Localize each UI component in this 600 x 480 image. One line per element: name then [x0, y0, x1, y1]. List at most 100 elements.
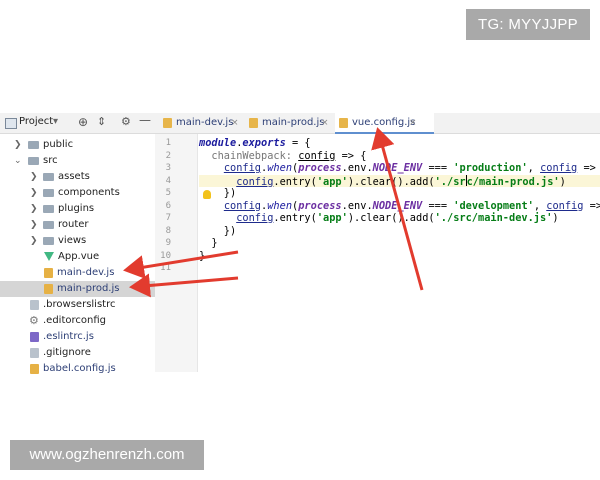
code-line: })	[199, 225, 236, 238]
chevron-right-icon[interactable]: ❯	[30, 185, 38, 201]
project-tree: ❯ public ⌄ src ❯ assets ❯ components ❯ p…	[0, 134, 155, 374]
project-panel-title[interactable]: Project	[19, 116, 53, 127]
tab-close-icon[interactable]: ×	[409, 113, 417, 133]
tab-close-icon[interactable]: ×	[231, 113, 239, 133]
js-file-icon	[44, 284, 53, 294]
hide-panel-icon[interactable]: —	[139, 113, 151, 127]
tree-item-components[interactable]: ❯ components	[0, 185, 155, 201]
tree-item-src[interactable]: ⌄ src	[0, 153, 155, 169]
file-icon	[30, 300, 39, 310]
code-token: config	[223, 199, 262, 212]
code-token: exports	[242, 137, 286, 149]
code-token: when	[267, 162, 293, 174]
tree-item-label: .browserslistrc	[43, 299, 116, 310]
code-editor[interactable]: module.exports = { chainWebpack: config …	[199, 134, 600, 372]
line-number: 4	[165, 175, 171, 186]
tab-label: main-prod.js	[262, 117, 325, 128]
tree-item-gitignore[interactable]: .gitignore	[0, 345, 155, 361]
code-token: NODE_ENV	[372, 199, 423, 212]
code-token: )	[552, 212, 559, 224]
tab-vue-config[interactable]: vue.config.js ×	[335, 113, 434, 134]
collapse-sort-icon[interactable]: ⇕	[97, 115, 106, 128]
vue-file-icon	[44, 252, 54, 261]
tree-item-assets[interactable]: ❯ assets	[0, 169, 155, 185]
locate-target-icon[interactable]: ⊕	[78, 115, 88, 129]
code-token: config	[298, 149, 336, 162]
code-token: ).clear().add(	[347, 175, 435, 188]
code-line: }	[199, 250, 205, 263]
code-token: process	[298, 162, 342, 174]
line-number: 2	[165, 150, 171, 161]
line-number: 3	[165, 163, 171, 173]
code-token: module	[199, 137, 237, 149]
tab-label: main-dev.js	[176, 117, 234, 128]
tree-item-editorconfig[interactable]: ⚙ .editorconfig	[0, 313, 155, 329]
code-token: c/main-prod.js'	[466, 175, 560, 188]
gear-icon[interactable]: ⚙	[121, 115, 131, 128]
code-token: NODE_ENV	[372, 162, 423, 174]
code-line: chainWebpack: config => {	[199, 150, 366, 163]
tree-item-browserslistrc[interactable]: .browserslistrc	[0, 297, 155, 313]
tree-item-public[interactable]: ❯ public	[0, 137, 155, 153]
code-token: ).clear().add(	[347, 212, 435, 224]
folder-icon	[28, 157, 39, 165]
code-token: =>	[577, 162, 596, 174]
line-number: 8	[165, 225, 171, 236]
line-number: 9	[165, 238, 171, 248]
gear-file-icon: ⚙	[29, 314, 39, 327]
tree-item-main-dev[interactable]: main-dev.js	[0, 265, 155, 281]
project-panel-icon	[5, 118, 17, 129]
tree-item-app-vue[interactable]: App.vue	[0, 249, 155, 265]
code-token: .env.	[341, 162, 373, 174]
code-token: './src/main-dev.js'	[434, 212, 553, 224]
code-token: ,	[527, 162, 541, 174]
tree-item-label: components	[58, 187, 120, 198]
chevron-right-icon[interactable]: ❯	[14, 137, 22, 153]
tree-item-label: router	[58, 219, 89, 230]
tab-main-prod[interactable]: main-prod.js ×	[245, 113, 344, 133]
tab-close-icon[interactable]: ×	[321, 113, 329, 133]
code-token: = {	[285, 137, 311, 149]
code-token: .env.	[341, 199, 373, 212]
tree-item-eslintrc[interactable]: .eslintrc.js	[0, 329, 155, 345]
tree-item-plugins[interactable]: ❯ plugins	[0, 201, 155, 217]
chevron-right-icon[interactable]: ❯	[30, 201, 38, 217]
file-icon	[30, 348, 39, 358]
tree-item-main-prod[interactable]: main-prod.js	[0, 281, 155, 297]
code-token: )	[559, 175, 566, 188]
tree-item-router[interactable]: ❯ router	[0, 217, 155, 233]
tree-item-views[interactable]: ❯ views	[0, 233, 155, 249]
code-token: 'app'	[316, 175, 348, 188]
chevron-right-icon[interactable]: ❯	[30, 217, 38, 233]
code-token: config	[236, 212, 274, 224]
folder-icon	[43, 205, 54, 213]
code-token: .entry(	[273, 212, 317, 224]
tree-item-babel-config[interactable]: babel.config.js	[0, 361, 155, 377]
tab-main-dev[interactable]: main-dev.js ×	[159, 113, 254, 133]
code-token: =>	[589, 199, 600, 212]
code-line: module.exports = {	[199, 137, 311, 150]
js-file-icon	[163, 118, 172, 128]
line-number: 10	[160, 250, 171, 261]
eslint-file-icon	[30, 332, 39, 342]
chevron-right-icon[interactable]: ❯	[30, 169, 38, 185]
code-token: .entry(	[273, 175, 317, 188]
js-file-icon	[30, 364, 39, 374]
tree-item-label: .editorconfig	[43, 315, 106, 326]
code-token: when	[267, 199, 293, 212]
watermark-tg: TG: MYYJJPP	[466, 9, 590, 40]
project-panel-header: Project ▾ ⊕ ⇕ ⚙ —	[0, 113, 155, 134]
tree-item-label: src	[43, 155, 58, 166]
code-token: config	[540, 162, 578, 174]
project-panel-dropdown-icon[interactable]: ▾	[53, 116, 58, 127]
chevron-down-icon[interactable]: ⌄	[14, 153, 22, 169]
code-token: './sr	[434, 175, 466, 188]
chevron-right-icon[interactable]: ❯	[30, 233, 38, 249]
code-token: ===	[422, 162, 454, 174]
code-token: config	[546, 199, 584, 212]
tree-item-label: main-dev.js	[57, 267, 115, 278]
code-line: }	[199, 237, 217, 250]
tree-item-label: main-prod.js	[57, 283, 120, 294]
code-token: }	[199, 249, 206, 262]
tree-item-label: public	[43, 139, 74, 150]
